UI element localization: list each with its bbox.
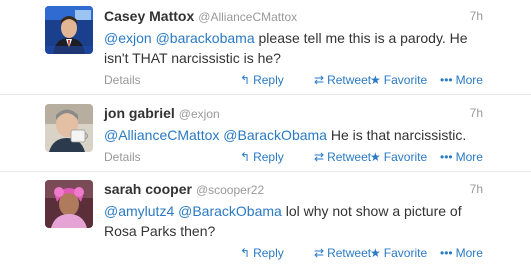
mention-link[interactable]: @BarackObama — [223, 127, 327, 143]
mention-link[interactable]: @exjon — [104, 30, 152, 46]
retweet-button[interactable]: ⇄ Retweet — [314, 246, 371, 260]
more-label: More — [455, 246, 483, 260]
tweet-timestamp[interactable]: 7h — [470, 106, 483, 120]
reply-arrow-icon: ↰ — [240, 246, 251, 260]
tweet-actions: Details ↰ Reply ⇄ Retweet ★ Favorite ••• Mor… — [104, 150, 483, 168]
tweet-timestamp[interactable]: 7h — [470, 9, 483, 23]
dots-icon: ••• — [440, 246, 453, 260]
more-label: More — [455, 150, 483, 164]
retweet-button[interactable]: ⇄ Retweet — [314, 73, 371, 87]
more-button[interactable]: ••• More — [440, 150, 483, 164]
favorite-button[interactable]: ★ Favorite — [370, 73, 427, 87]
woman-pink-avatar[interactable] — [45, 180, 93, 228]
mention-link[interactable]: @amylutz4 — [104, 203, 174, 219]
mention-link[interactable]: @BarackObama — [178, 203, 282, 219]
tweet-username[interactable]: @AllianceCMattox — [198, 10, 297, 24]
details-link[interactable]: Details — [104, 73, 141, 87]
favorite-button[interactable]: ★ Favorite — [370, 246, 427, 260]
tweet-author-name[interactable]: Casey Mattox — [104, 8, 194, 24]
man-drinking-avatar[interactable] — [45, 104, 93, 152]
tweet[interactable]: jon gabriel @exjon 7h @AllianceCMattox @B… — [0, 95, 531, 172]
retweet-label: Retweet — [327, 73, 372, 87]
reply-button[interactable]: ↰ Reply — [240, 73, 284, 87]
favorite-button[interactable]: ★ Favorite — [370, 150, 427, 164]
reply-button[interactable]: ↰ Reply — [240, 150, 284, 164]
tweet-text: @amylutz4 @BarackObama lol why not show … — [104, 201, 483, 241]
news-anchor-avatar[interactable] — [45, 6, 93, 54]
reply-arrow-icon: ↰ — [240, 150, 251, 164]
retweet-button[interactable]: ⇄ Retweet — [314, 150, 371, 164]
retweet-label: Retweet — [327, 150, 372, 164]
star-icon: ★ — [370, 246, 381, 260]
tweet-text: @exjon @barackobama please tell me this … — [104, 28, 483, 68]
tweet-author-name[interactable]: jon gabriel — [104, 105, 175, 121]
reply-arrow-icon: ↰ — [240, 73, 251, 87]
mention-link[interactable]: @barackobama — [156, 30, 255, 46]
reply-label: Reply — [253, 246, 284, 260]
more-button[interactable]: ••• More — [440, 246, 483, 260]
retweet-arrows-icon: ⇄ — [314, 246, 325, 260]
favorite-label: Favorite — [383, 246, 428, 260]
reply-label: Reply — [253, 150, 284, 164]
details-link[interactable]: Details — [104, 150, 141, 164]
tweet[interactable]: Casey Mattox @AllianceCMattox 7h @exjon @… — [0, 0, 531, 95]
reply-button[interactable]: ↰ Reply — [240, 246, 284, 260]
tweet-username[interactable]: @scooper22 — [196, 183, 264, 197]
tweet-actions: Details ↰ Reply ⇄ Retweet ★ Favorite ••• Mor… — [104, 73, 483, 91]
more-label: More — [455, 73, 483, 87]
retweet-arrows-icon: ⇄ — [314, 150, 325, 164]
retweet-label: Retweet — [327, 246, 372, 260]
tweet-timestamp[interactable]: 7h — [470, 182, 483, 196]
star-icon: ★ — [370, 73, 381, 87]
favorite-label: Favorite — [383, 150, 428, 164]
tweet-body: He is that narcissistic. — [326, 127, 467, 143]
reply-label: Reply — [253, 73, 284, 87]
tweet-text: @AllianceCMattox @BarackObama He is that… — [104, 125, 483, 145]
favorite-label: Favorite — [383, 73, 428, 87]
tweet-author-name[interactable]: sarah cooper — [104, 181, 192, 197]
tweet-actions: ↰ Reply ⇄ Retweet ★ Favorite ••• More — [104, 246, 483, 264]
tweet-username[interactable]: @exjon — [179, 107, 220, 121]
dots-icon: ••• — [440, 73, 453, 87]
retweet-arrows-icon: ⇄ — [314, 73, 325, 87]
tweet[interactable]: sarah cooper @scooper22 7h @amylutz4 @Bar… — [0, 172, 531, 261]
dots-icon: ••• — [440, 150, 453, 164]
star-icon: ★ — [370, 150, 381, 164]
mention-link[interactable]: @AllianceCMattox — [104, 127, 219, 143]
more-button[interactable]: ••• More — [440, 73, 483, 87]
